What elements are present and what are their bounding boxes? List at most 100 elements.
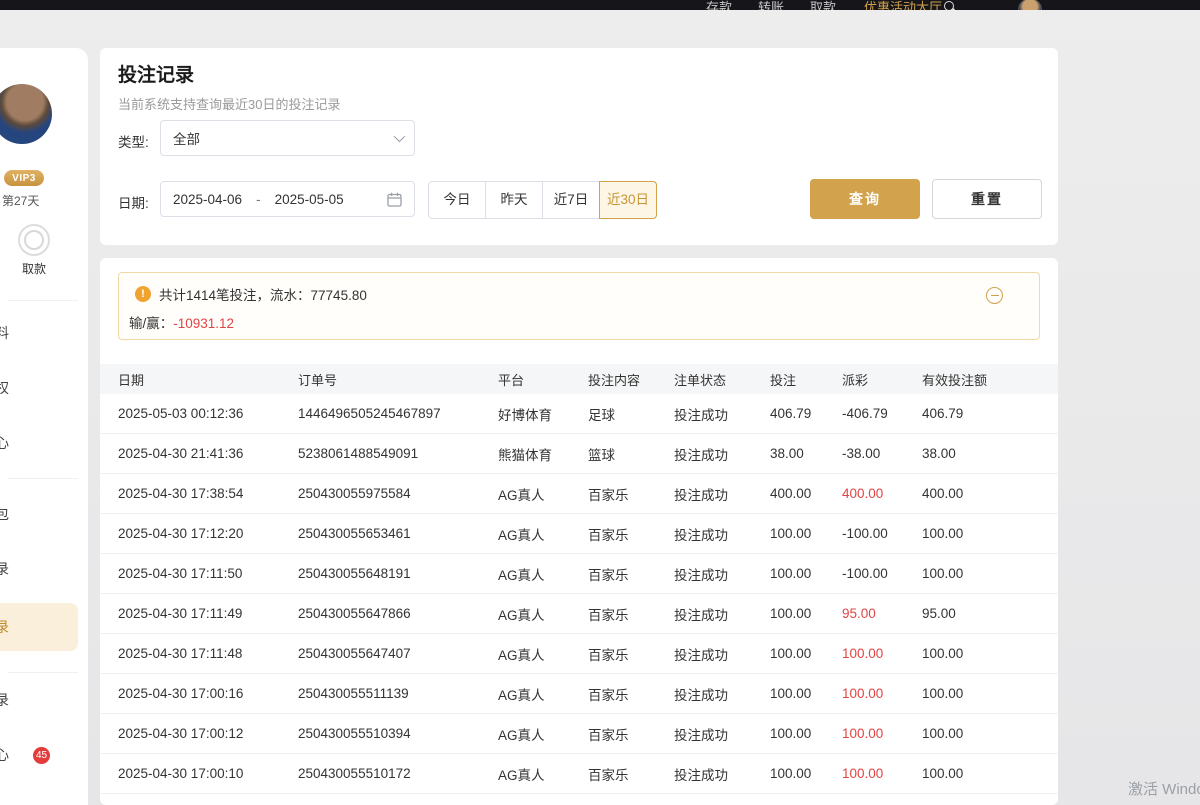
- sidebar-menu-item[interactable]: 录: [0, 678, 78, 722]
- cell-content: 百家乐: [588, 684, 674, 704]
- sidebar: VIP3 第27天 取款 料权心包录录录心45: [0, 48, 88, 805]
- cell-content: 百家乐: [588, 564, 674, 584]
- page-subtitle: 当前系统支持查询最近30日的投注记录: [118, 94, 340, 113]
- date-end-value: 2025-05-05: [275, 192, 344, 207]
- topbar-nav-transfer[interactable]: 转账: [758, 0, 784, 10]
- cell-date: 2025-04-30 17:00:10: [118, 766, 298, 781]
- topbar: 存款 转账 取款 优惠活动大厅: [0, 0, 1200, 10]
- sidebar-menu-item[interactable]: 权: [0, 366, 78, 410]
- column-header: 派彩: [842, 370, 922, 389]
- topbar-nav-deposit[interactable]: 存款: [706, 0, 732, 10]
- type-select[interactable]: 全部: [160, 120, 415, 156]
- cell-platform: 熊猫体育: [498, 444, 588, 464]
- cell-bet: 100.00: [770, 686, 842, 701]
- quick-range-button[interactable]: 近30日: [599, 181, 657, 219]
- type-label: 类型:: [118, 131, 149, 151]
- cell-payout: -406.79: [842, 406, 922, 421]
- divider: [8, 300, 78, 301]
- cell-order: 250430055648191: [298, 566, 498, 581]
- sidebar-menu-item[interactable]: 心: [0, 421, 78, 465]
- vip-day-text: 第27天: [2, 192, 39, 209]
- sidebar-menu-item[interactable]: 料: [0, 311, 78, 355]
- withdraw-label[interactable]: 取款: [22, 260, 46, 277]
- table-row: 2025-04-30 17:00:12250430055510394AG真人百家…: [100, 714, 1058, 754]
- cell-valid: 100.00: [922, 766, 1040, 781]
- cell-date: 2025-04-30 17:00:16: [118, 686, 298, 701]
- summary-box: ! 共计1414笔投注，流水：77745.80 输/赢：-10931.12: [118, 272, 1040, 340]
- cell-status: 投注成功: [674, 604, 770, 624]
- cell-platform: AG真人: [498, 644, 588, 664]
- cell-payout: -38.00: [842, 446, 922, 461]
- cell-payout: -100.00: [842, 566, 922, 581]
- sidebar-menu-label: 料: [0, 323, 9, 343]
- reset-button[interactable]: 重置: [932, 179, 1042, 219]
- sidebar-menu-item[interactable]: 心 45: [0, 733, 78, 777]
- cell-valid: 95.00: [922, 606, 1040, 621]
- summary-winloss-label: 输/赢：: [129, 316, 173, 331]
- vip-badge: VIP3: [4, 170, 44, 186]
- cell-status: 投注成功: [674, 684, 770, 704]
- column-header: 平台: [498, 370, 588, 389]
- cell-valid: 100.00: [922, 686, 1040, 701]
- collapse-icon[interactable]: [986, 287, 1003, 304]
- cell-valid: 100.00: [922, 566, 1040, 581]
- cell-date: 2025-04-30 17:12:20: [118, 526, 298, 541]
- cell-order: 5238061488549091: [298, 446, 498, 461]
- table-row: 2025-05-03 00:12:361446496505245467897好博…: [100, 394, 1058, 434]
- column-header: 投注内容: [588, 370, 674, 389]
- cell-date: 2025-05-03 00:12:36: [118, 406, 298, 421]
- sidebar-menu-label: 心: [0, 745, 9, 765]
- date-separator: -: [256, 192, 261, 207]
- cell-valid: 406.79: [922, 406, 1040, 421]
- filter-panel: 投注记录 当前系统支持查询最近30日的投注记录 类型: 全部 日期: 2025-…: [100, 48, 1058, 245]
- search-button[interactable]: 查询: [810, 179, 920, 219]
- activate-watermark: 激活 Windows: [1128, 778, 1200, 799]
- cell-payout: -100.00: [842, 526, 922, 541]
- topbar-promo-link[interactable]: 优惠活动大厅: [864, 0, 942, 10]
- cell-valid: 400.00: [922, 486, 1040, 501]
- quick-range-button[interactable]: 昨天: [485, 181, 543, 219]
- topbar-nav-withdraw[interactable]: 取款: [810, 0, 836, 10]
- cell-date: 2025-04-30 17:38:54: [118, 486, 298, 501]
- table-row: 2025-04-30 17:00:16250430055511139AG真人百家…: [100, 674, 1058, 714]
- date-range-input[interactable]: 2025-04-06 - 2025-05-05: [160, 181, 415, 217]
- cell-platform: AG真人: [498, 764, 588, 784]
- sidebar-menu-label: 心: [0, 433, 9, 453]
- sidebar-menu-item[interactable]: 包: [0, 492, 78, 536]
- cell-payout: 100.00: [842, 766, 922, 781]
- column-header: 日期: [118, 370, 298, 389]
- cell-bet: 406.79: [770, 406, 842, 421]
- sidebar-menu-label: 录: [0, 559, 9, 579]
- cell-platform: AG真人: [498, 604, 588, 624]
- cell-content: 百家乐: [588, 484, 674, 504]
- quick-range-button[interactable]: 今日: [428, 181, 486, 219]
- avatar[interactable]: [0, 84, 52, 144]
- notification-badge: 45: [33, 747, 50, 764]
- cell-payout: 100.00: [842, 646, 922, 661]
- topbar-avatar[interactable]: [1018, 0, 1042, 10]
- cell-bet: 100.00: [770, 606, 842, 621]
- cell-bet: 100.00: [770, 526, 842, 541]
- withdraw-icon[interactable]: [18, 224, 50, 256]
- page-title: 投注记录: [118, 60, 194, 87]
- cell-status: 投注成功: [674, 764, 770, 784]
- cell-content: 百家乐: [588, 724, 674, 744]
- cell-bet: 100.00: [770, 566, 842, 581]
- sidebar-menu-item[interactable]: 录: [0, 547, 78, 591]
- cell-order: 1446496505245467897: [298, 406, 498, 421]
- sidebar-menu-label: 权: [0, 378, 9, 398]
- cell-status: 投注成功: [674, 444, 770, 464]
- cell-date: 2025-04-30 17:11:50: [118, 566, 298, 581]
- cell-platform: AG真人: [498, 724, 588, 744]
- cell-bet: 400.00: [770, 486, 842, 501]
- cell-platform: AG真人: [498, 564, 588, 584]
- cell-date: 2025-04-30 17:11:49: [118, 606, 298, 621]
- calendar-icon: [387, 192, 402, 207]
- chevron-down-icon: [394, 131, 405, 142]
- cell-status: 投注成功: [674, 484, 770, 504]
- cell-content: 百家乐: [588, 644, 674, 664]
- sidebar-menu-item[interactable]: 录: [0, 603, 78, 651]
- search-icon[interactable]: [944, 1, 956, 10]
- cell-order: 250430055647866: [298, 606, 498, 621]
- quick-range-button[interactable]: 近7日: [542, 181, 600, 219]
